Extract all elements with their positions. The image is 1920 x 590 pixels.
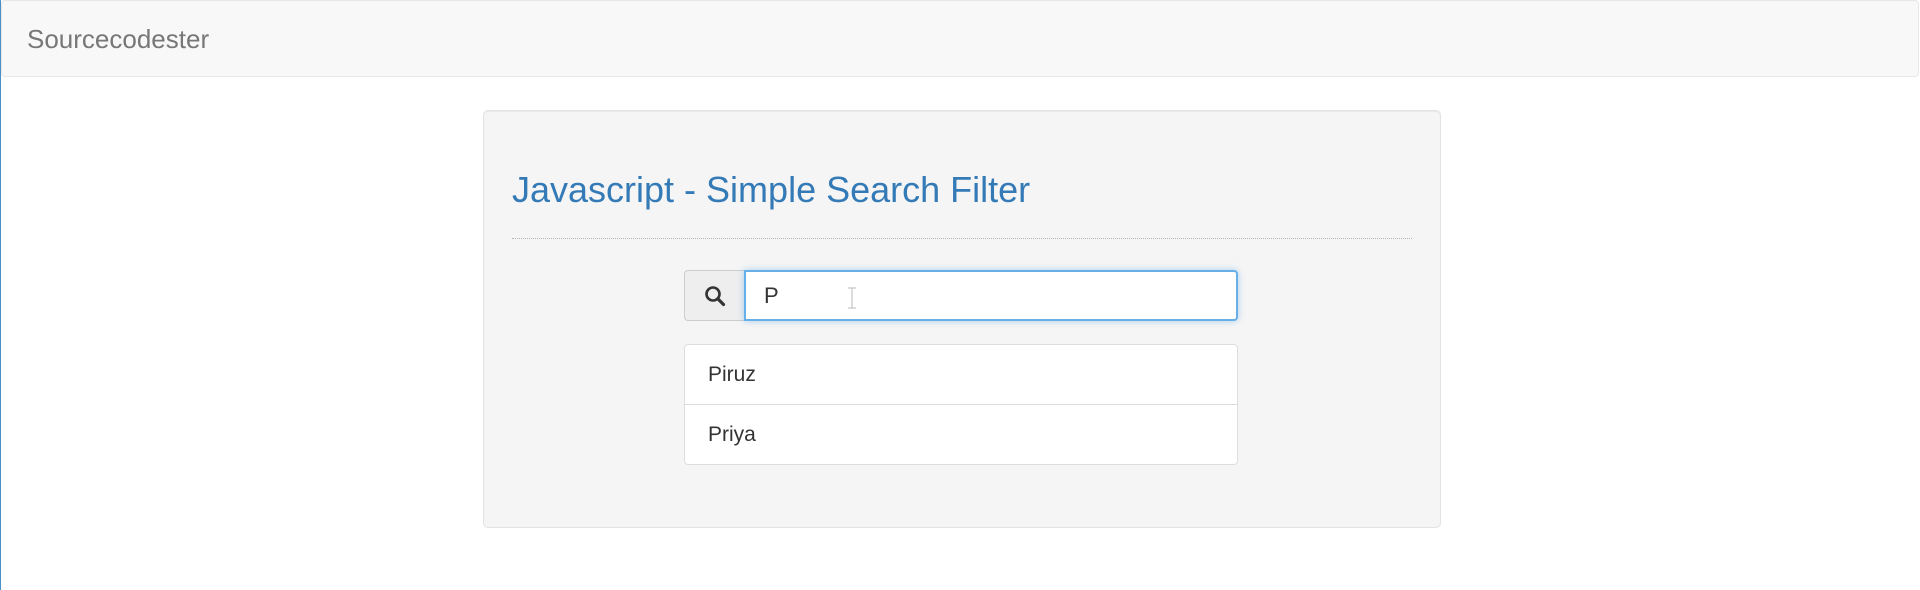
navbar: Sourcecodester — [1, 0, 1919, 77]
search-input-group — [684, 270, 1238, 321]
page-title: Javascript - Simple Search Filter — [512, 169, 1031, 210]
search-panel: Javascript - Simple Search Filter Piruz … — [483, 110, 1441, 528]
title-divider — [512, 238, 1412, 239]
search-icon — [705, 285, 726, 306]
results-list: Piruz Priya — [684, 344, 1238, 465]
search-input[interactable] — [744, 270, 1238, 321]
navbar-brand[interactable]: Sourcecodester — [27, 24, 209, 54]
list-item[interactable]: Priya — [684, 404, 1238, 465]
list-item[interactable]: Piruz — [684, 344, 1238, 405]
search-addon — [684, 270, 745, 321]
